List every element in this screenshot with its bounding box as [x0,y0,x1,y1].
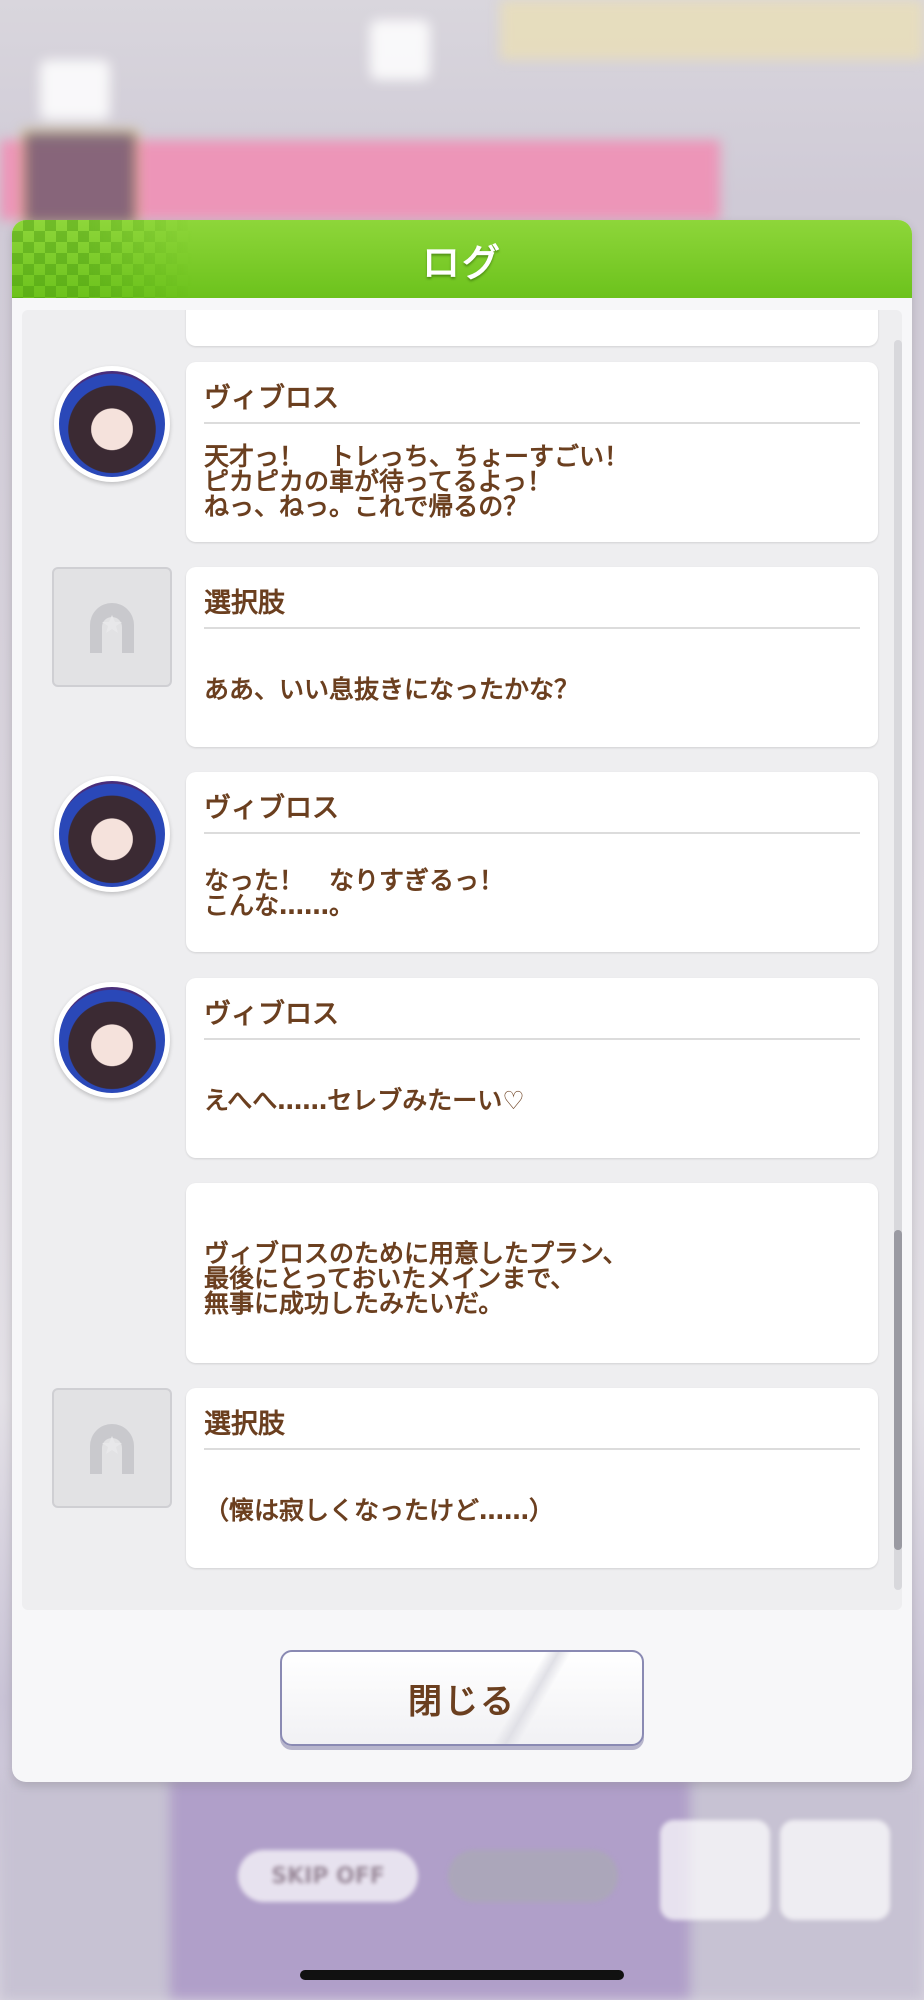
background-light [40,60,110,120]
background-light [370,20,430,80]
bubble-divider [204,1038,860,1040]
speaker-name: 選択肢 [204,1409,285,1440]
speaker-name: ヴィブロス [204,383,339,414]
character-portrait-icon [59,781,165,887]
choice-icon [52,1388,172,1508]
dialogue-text: なった！ なりすぎるっ！ こんな……。 [204,866,505,920]
log-dialog-header: ログ [12,220,912,298]
log-bubble: ヴィブロス なった！ なりすぎるっ！ こんな……。 [186,772,878,952]
speaker-name: ヴィブロス [204,999,339,1030]
log-bubble: 選択肢 （懐は寂しくなったけど……） [186,1388,878,1568]
log-bubble: ヴィブロス えへへ……セレブみたーい♡ [186,978,878,1158]
skip-button: SKIP OFF [238,1850,418,1902]
choice-icon [52,567,172,687]
dialogue-text: ああ、いい息抜きになったかな？ [204,675,580,704]
bubble-divider [204,422,860,424]
character-avatar [54,366,170,482]
dialogue-text: えへへ……セレブみたーい♡ [204,1086,525,1115]
narration-text: ヴィブロスのために用意したプラン、 最後にとっておいたメインまで、 無事に成功し… [204,1239,628,1318]
home-indicator[interactable] [300,1970,624,1980]
scrollbar-thumb[interactable] [894,1230,902,1550]
auto-button [448,1850,618,1902]
background-curtain [500,0,924,60]
background-portrait [22,130,138,226]
character-portrait-icon [59,371,165,477]
character-portrait-icon [59,987,165,1093]
bubble-divider [204,1448,860,1450]
dialogue-text: 天才っ！ トレっち、ちょーすごい！ ピカピカの車が待ってるよっ！ ねっ、ねっ。こ… [204,442,630,521]
speaker-name: ヴィブロス [204,793,339,824]
horseshoe-icon [90,1424,134,1474]
log-bubble: ヴィブロス 天才っ！ トレっち、ちょーすごい！ ピカピカの車が待ってるよっ！ ね… [186,362,878,542]
log-bubble: 選択肢 ああ、いい息抜きになったかな？ [186,567,878,747]
story-controls: SKIP OFF [0,1800,924,1950]
log-dialog-title: ログ [421,240,502,285]
speaker-name: 選択肢 [204,588,285,619]
horseshoe-icon [90,603,134,653]
log-dialog: ログ ヴィブロス 天才っ！ トレっち、ちょーすごい！ ピカピカの車が待ってるよっ… [12,220,912,1782]
character-avatar [54,982,170,1098]
log-icon [660,1820,770,1920]
log-bubble: ヴィブロスのために用意したプラン、 最後にとっておいたメインまで、 無事に成功し… [186,1183,878,1363]
bubble-divider [204,627,860,629]
menu-icon [780,1820,890,1920]
dialogue-text: （懐は寂しくなったけど……） [204,1496,555,1525]
header-pattern [12,220,192,298]
close-button-label: 閉じる [408,1681,516,1722]
character-avatar [54,776,170,892]
bubble-divider [204,832,860,834]
log-list[interactable]: ヴィブロス 天才っ！ トレっち、ちょーすごい！ ピカピカの車が待ってるよっ！ ね… [22,310,902,1610]
close-button[interactable]: 閉じる [280,1650,644,1746]
log-bubble [186,310,878,346]
